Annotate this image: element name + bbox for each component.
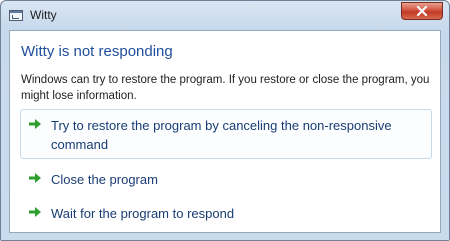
- title-bar[interactable]: Witty: [1, 1, 449, 29]
- green-arrow-icon: [28, 172, 42, 184]
- close-program-option[interactable]: Close the program: [20, 166, 432, 192]
- option-label: Wait for the program to respond: [51, 206, 235, 221]
- close-button[interactable]: [401, 2, 443, 20]
- option-label: Try to restore the program by canceling …: [51, 118, 392, 152]
- dialog-content: Witty is not responding Windows can try …: [9, 30, 441, 233]
- green-arrow-icon: [28, 118, 42, 130]
- dialog-message: Windows can try to restore the program. …: [21, 74, 430, 102]
- restore-program-option[interactable]: Try to restore the program by canceling …: [20, 109, 432, 159]
- dialog-window: Witty Witty is not responding Windows ca…: [0, 0, 450, 241]
- window-title: Witty: [30, 8, 57, 22]
- close-icon: [416, 6, 428, 16]
- green-arrow-icon: [28, 206, 42, 218]
- dialog-heading: Witty is not responding: [21, 43, 173, 60]
- wait-for-program-option[interactable]: Wait for the program to respond: [20, 200, 432, 226]
- app-window-icon: [9, 10, 23, 21]
- option-label: Close the program: [51, 172, 158, 187]
